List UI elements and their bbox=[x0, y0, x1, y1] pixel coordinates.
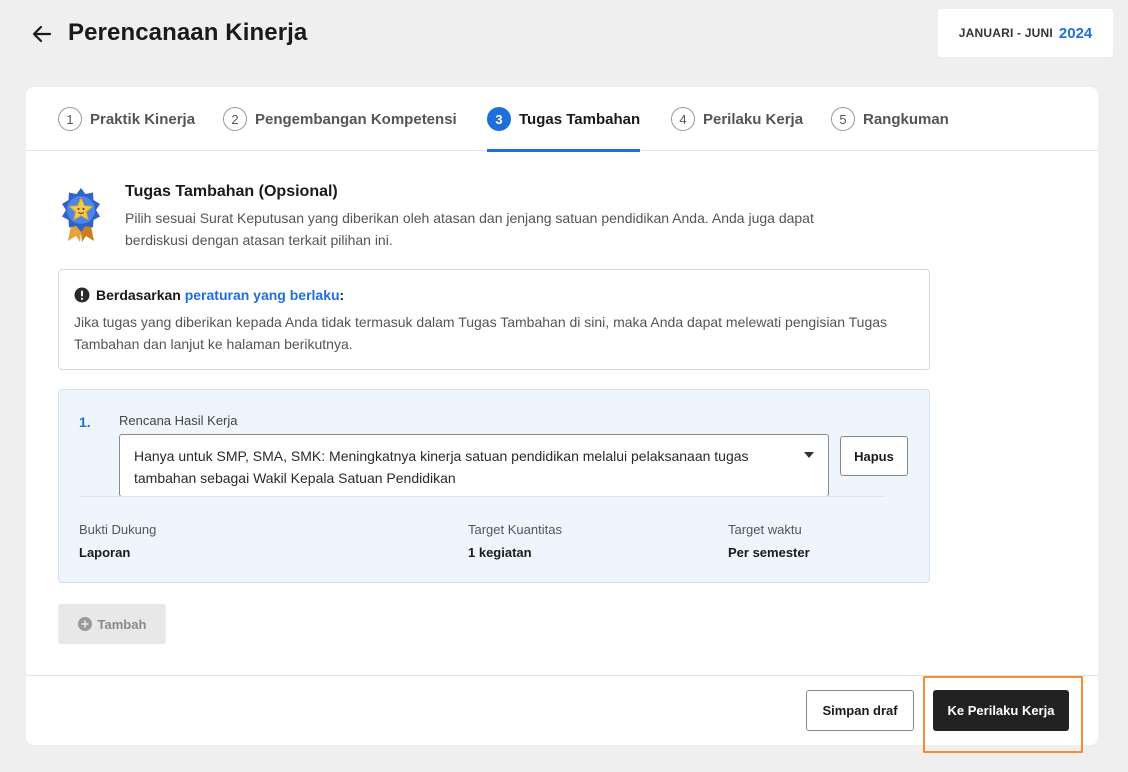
work-plan-item: 1. Rencana Hasil Kerja Hanya untuk SMP, … bbox=[58, 389, 930, 583]
section-description: Pilih sesuai Surat Keputusan yang diberi… bbox=[125, 210, 814, 248]
tab-label: Praktik Kinerja bbox=[90, 110, 196, 128]
tab-number: 2 bbox=[223, 107, 247, 131]
meta-value: 1 kegiatan bbox=[468, 545, 532, 560]
footer-divider bbox=[26, 675, 1098, 676]
notice-text: Jika tugas yang diberikan kepada Anda ti… bbox=[74, 314, 888, 352]
page-title: Perencanaan Kinerja bbox=[68, 19, 308, 46]
tab-pengembangan-kompetensi[interactable]: 2 Pengembangan Kompetensi bbox=[223, 87, 457, 151]
regulation-notice: Berdasarkan peraturan yang berlaku: Jika… bbox=[58, 269, 930, 370]
chevron-down-icon bbox=[804, 452, 814, 458]
step-tabs: 1 Praktik Kinerja 2 Pengembangan Kompete… bbox=[26, 87, 1098, 152]
tab-number: 3 bbox=[487, 107, 511, 131]
work-plan-select[interactable]: Hanya untuk SMP, SMA, SMK: Meningkatnya … bbox=[119, 434, 829, 497]
medal-star-icon bbox=[62, 188, 100, 242]
delete-button[interactable]: Hapus bbox=[840, 436, 908, 476]
period-badge: JANUARI - JUNI 2024 bbox=[938, 9, 1113, 57]
alert-circle-icon bbox=[74, 287, 90, 303]
save-draft-button[interactable]: Simpan draf bbox=[806, 690, 914, 731]
meta-value: Per semester bbox=[728, 545, 810, 560]
meta-target-kuantitas: Target Kuantitas 1 kegiatan bbox=[468, 522, 562, 560]
tab-number: 4 bbox=[671, 107, 695, 131]
tab-praktik-kinerja[interactable]: 1 Praktik Kinerja bbox=[58, 87, 195, 151]
divider bbox=[79, 496, 885, 497]
meta-label: Bukti Dukung bbox=[79, 522, 157, 537]
top-bar: Perencanaan Kinerja JANUARI - JUNI 2024 bbox=[0, 0, 1128, 72]
tab-label: Perilaku Kerja bbox=[703, 110, 804, 128]
main-card: 1 Praktik Kinerja 2 Pengembangan Kompete… bbox=[26, 87, 1098, 745]
section-title: Tugas Tambahan (Opsional) bbox=[125, 183, 338, 200]
notice-prefix: Berdasarkan bbox=[96, 287, 185, 303]
selected-value: Hanya untuk SMP, SMA, SMK: Meningkatnya … bbox=[134, 448, 749, 486]
meta-target-waktu: Target waktu Per semester bbox=[728, 522, 810, 560]
field-label: Rencana Hasil Kerja bbox=[119, 413, 238, 428]
arrow-left-icon[interactable] bbox=[30, 22, 54, 46]
meta-label: Target Kuantitas bbox=[468, 522, 562, 537]
next-step-button[interactable]: Ke Perilaku Kerja bbox=[933, 690, 1069, 731]
tab-label: Pengembangan Kompetensi bbox=[255, 110, 457, 128]
tab-label: Tugas Tambahan bbox=[519, 110, 641, 128]
item-number: 1. bbox=[79, 414, 91, 430]
tab-tugas-tambahan[interactable]: 3 Tugas Tambahan bbox=[487, 87, 641, 152]
notice-suffix: : bbox=[339, 287, 345, 303]
notice-heading: Berdasarkan peraturan yang berlaku: bbox=[74, 287, 344, 303]
tab-rangkuman[interactable]: 5 Rangkuman bbox=[831, 87, 949, 151]
meta-value: Laporan bbox=[79, 545, 131, 560]
meta-bukti-dukung: Bukti Dukung Laporan bbox=[79, 522, 156, 560]
add-button[interactable]: Tambah bbox=[58, 604, 166, 644]
add-label: Tambah bbox=[97, 616, 147, 632]
tab-number: 1 bbox=[58, 107, 82, 131]
meta-label: Target waktu bbox=[728, 522, 802, 537]
period-label: JANUARI - JUNI bbox=[958, 26, 1053, 40]
regulation-link[interactable]: peraturan yang berlaku bbox=[185, 287, 340, 303]
tab-label: Rangkuman bbox=[863, 110, 949, 128]
period-year: 2024 bbox=[1058, 24, 1093, 42]
plus-circle-icon bbox=[77, 617, 92, 631]
tab-perilaku-kerja[interactable]: 4 Perilaku Kerja bbox=[671, 87, 803, 151]
tab-number: 5 bbox=[831, 107, 855, 131]
